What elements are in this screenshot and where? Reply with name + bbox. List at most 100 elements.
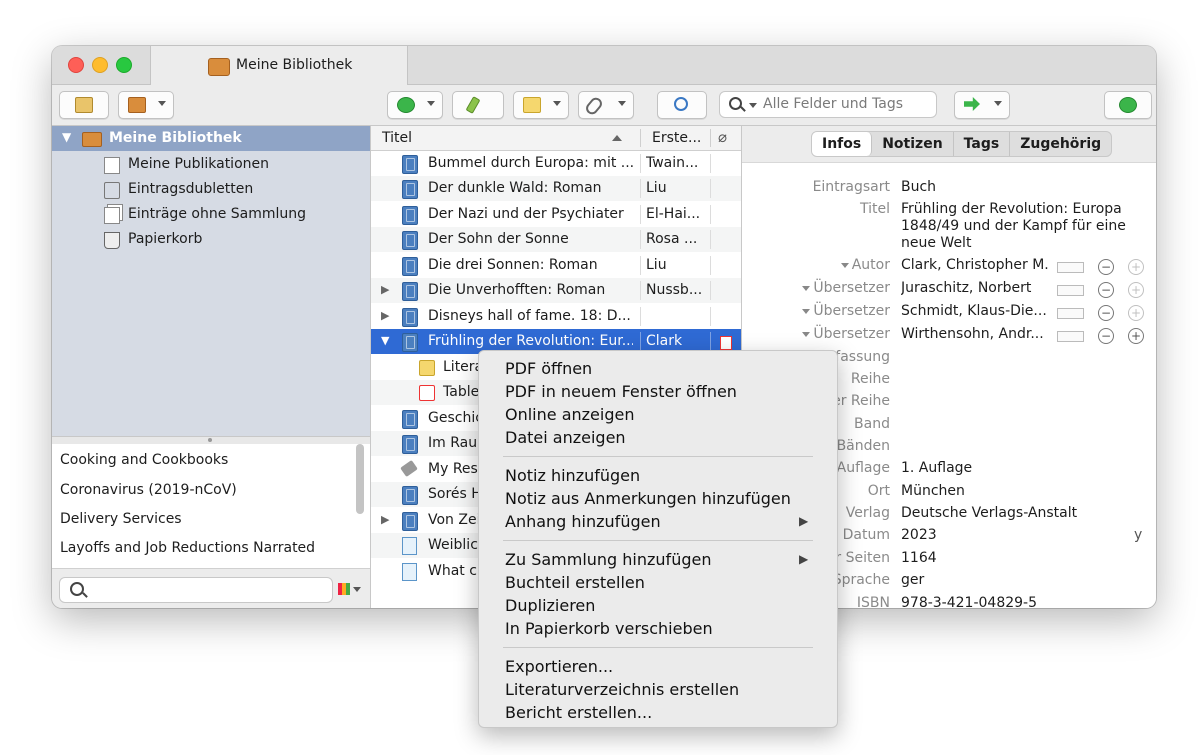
item-creator: El-Hai... bbox=[646, 206, 701, 222]
tag-scrollbar[interactable] bbox=[356, 444, 364, 514]
item-row[interactable]: Der Nazi und der Psychiater El-Hai... bbox=[371, 202, 741, 227]
minus-icon[interactable]: − bbox=[1098, 282, 1114, 298]
creator-type-dropdown[interactable]: Übersetzer bbox=[802, 326, 890, 342]
tab-zugehoerig[interactable]: Zugehörig bbox=[1010, 132, 1111, 156]
item-title: Der Sohn der Sonne bbox=[428, 231, 569, 247]
new-note-button[interactable] bbox=[513, 91, 569, 119]
add-by-identifier-button[interactable] bbox=[452, 91, 504, 119]
column-creator-header[interactable]: Erste... bbox=[652, 130, 701, 146]
column-separator[interactable] bbox=[710, 129, 711, 147]
minus-icon[interactable]: − bbox=[1098, 305, 1114, 321]
swap-name-icon[interactable] bbox=[1057, 285, 1084, 296]
tab-infos[interactable]: Infos bbox=[812, 132, 873, 156]
disclosure-closed-icon[interactable]: ▶ bbox=[381, 513, 389, 526]
disclosure-closed-icon[interactable]: ▶ bbox=[381, 283, 389, 296]
menu-item-create-book-section[interactable]: Buchteil erstellen bbox=[505, 573, 645, 592]
item-row[interactable]: ▶ Die Unverhofften: Roman Nussb... bbox=[371, 278, 741, 303]
sidebar-item-trash[interactable]: Papierkorb bbox=[52, 227, 370, 252]
field-item-type: Eintragsart Buch bbox=[742, 178, 1156, 200]
disclosure-open-icon[interactable]: ▼ bbox=[381, 334, 389, 347]
creator-type-dropdown[interactable]: Übersetzer bbox=[802, 280, 890, 296]
column-separator[interactable] bbox=[640, 129, 641, 147]
tag-colors-icon[interactable] bbox=[338, 583, 350, 595]
menu-item-export[interactable]: Exportieren... bbox=[505, 657, 613, 676]
field-value[interactable]: ger bbox=[901, 572, 1136, 588]
menu-item-show-file[interactable]: Datei anzeigen bbox=[505, 428, 626, 447]
item-type-value[interactable]: Buch bbox=[901, 179, 1136, 195]
creator-value[interactable]: Wirthensohn, Andr... bbox=[901, 326, 1049, 342]
field-value[interactable]: 1164 bbox=[901, 550, 1136, 566]
tab-notizen[interactable]: Notizen bbox=[872, 132, 954, 156]
sync-button[interactable] bbox=[1104, 91, 1152, 119]
minus-icon[interactable]: − bbox=[1098, 328, 1114, 344]
column-title-header[interactable]: Titel bbox=[382, 130, 412, 146]
field-value[interactable]: 2023 bbox=[901, 527, 1136, 543]
menu-item-add-attachment[interactable]: Anhang hinzufügen bbox=[505, 512, 661, 531]
tag-item[interactable]: Coronavirus (2019-nCoV) bbox=[60, 482, 237, 498]
item-row[interactable]: Der dunkle Wald: Roman Liu bbox=[371, 176, 741, 201]
disclosure-closed-icon[interactable]: ▶ bbox=[381, 309, 389, 322]
menu-item-note-from-annotations[interactable]: Notiz aus Anmerkungen hinzufügen bbox=[505, 489, 791, 508]
cell-separator bbox=[640, 307, 641, 326]
tag-filter-bar bbox=[52, 568, 370, 608]
menu-item-view-online[interactable]: Online anzeigen bbox=[505, 405, 634, 424]
field-value[interactable]: 1. Auflage bbox=[901, 460, 1136, 476]
pdf-attachment-icon[interactable] bbox=[720, 336, 732, 350]
search-input[interactable]: Alle Felder und Tags bbox=[719, 91, 937, 118]
new-collection-button[interactable] bbox=[59, 91, 109, 119]
go-button[interactable] bbox=[954, 91, 1010, 119]
swap-name-icon[interactable] bbox=[1057, 262, 1084, 273]
attachment-column-icon[interactable]: ⌀ bbox=[718, 128, 727, 146]
minimize-window-button[interactable] bbox=[92, 57, 108, 73]
sidebar-item-my-library[interactable]: ▼ Meine Bibliothek bbox=[52, 126, 370, 151]
tag-item[interactable]: Delivery Services bbox=[60, 511, 182, 527]
tab-library[interactable]: Meine Bibliothek bbox=[150, 46, 408, 85]
add-attachment-button[interactable] bbox=[578, 91, 634, 119]
title-value[interactable]: Frühling der Revolution: Europa 1848/49 … bbox=[901, 201, 1141, 252]
field-value[interactable]: München bbox=[901, 483, 1136, 499]
item-row[interactable]: Der Sohn der Sonne Rosa ... bbox=[371, 227, 741, 252]
locate-button[interactable] bbox=[657, 91, 707, 119]
close-window-button[interactable] bbox=[68, 57, 84, 73]
new-item-button[interactable] bbox=[387, 91, 443, 119]
plus-icon[interactable]: + bbox=[1128, 328, 1144, 344]
search-mode-chevron-icon[interactable] bbox=[749, 103, 757, 108]
plus-icon[interactable]: + bbox=[1128, 282, 1144, 298]
tag-item[interactable]: Layoffs and Job Reductions Narrated bbox=[60, 540, 315, 556]
disclosure-open-icon[interactable]: ▼ bbox=[62, 130, 71, 144]
item-row[interactable]: ▶ Disneys hall of fame. 18: D... bbox=[371, 304, 741, 329]
menu-item-open-pdf-new-window[interactable]: PDF in neuem Fenster öffnen bbox=[505, 382, 737, 401]
menu-item-add-note[interactable]: Notiz hinzufügen bbox=[505, 466, 640, 485]
chevron-down-icon bbox=[158, 101, 166, 106]
chevron-down-icon[interactable] bbox=[353, 587, 361, 592]
sort-ascending-icon bbox=[612, 135, 622, 141]
creator-value[interactable]: Juraschitz, Norbert bbox=[901, 280, 1049, 296]
plus-icon[interactable]: + bbox=[1128, 259, 1144, 275]
sidebar-item-duplicates[interactable]: Eintragsdubletten bbox=[52, 177, 370, 202]
item-row[interactable]: Die drei Sonnen: Roman Liu bbox=[371, 253, 741, 278]
menu-item-generate-report[interactable]: Bericht erstellen... bbox=[505, 703, 652, 722]
field-value[interactable]: Deutsche Verlags-Anstalt bbox=[901, 505, 1136, 521]
creator-value[interactable]: Clark, Christopher M. bbox=[901, 257, 1049, 273]
creator-value[interactable]: Schmidt, Klaus-Die... bbox=[901, 303, 1049, 319]
creator-type-dropdown[interactable]: Übersetzer bbox=[802, 303, 890, 319]
menu-item-move-to-trash[interactable]: In Papierkorb verschieben bbox=[505, 619, 713, 638]
new-library-button[interactable] bbox=[118, 91, 174, 119]
tag-item[interactable]: Cooking and Cookbooks bbox=[60, 452, 228, 468]
tag-filter-input[interactable] bbox=[59, 577, 333, 603]
field-value[interactable]: 978-3-421-04829-5 bbox=[901, 595, 1136, 608]
item-row[interactable]: Bummel durch Europa: mit ... Twain... bbox=[371, 151, 741, 176]
menu-item-create-bibliography[interactable]: Literaturverzeichnis erstellen bbox=[505, 680, 739, 699]
creator-type-dropdown[interactable]: Autor bbox=[840, 257, 890, 273]
sidebar-item-unfiled[interactable]: Einträge ohne Sammlung bbox=[52, 202, 370, 227]
menu-item-open-pdf[interactable]: PDF öffnen bbox=[505, 359, 592, 378]
swap-name-icon[interactable] bbox=[1057, 331, 1084, 342]
sidebar-item-my-publications[interactable]: Meine Publikationen bbox=[52, 152, 370, 177]
menu-item-add-to-collection[interactable]: Zu Sammlung hinzufügen bbox=[505, 550, 711, 569]
plus-icon[interactable]: + bbox=[1128, 305, 1144, 321]
swap-name-icon[interactable] bbox=[1057, 308, 1084, 319]
maximize-window-button[interactable] bbox=[116, 57, 132, 73]
tab-tags[interactable]: Tags bbox=[954, 132, 1011, 156]
menu-item-duplicate[interactable]: Duplizieren bbox=[505, 596, 595, 615]
minus-icon[interactable]: − bbox=[1098, 259, 1114, 275]
